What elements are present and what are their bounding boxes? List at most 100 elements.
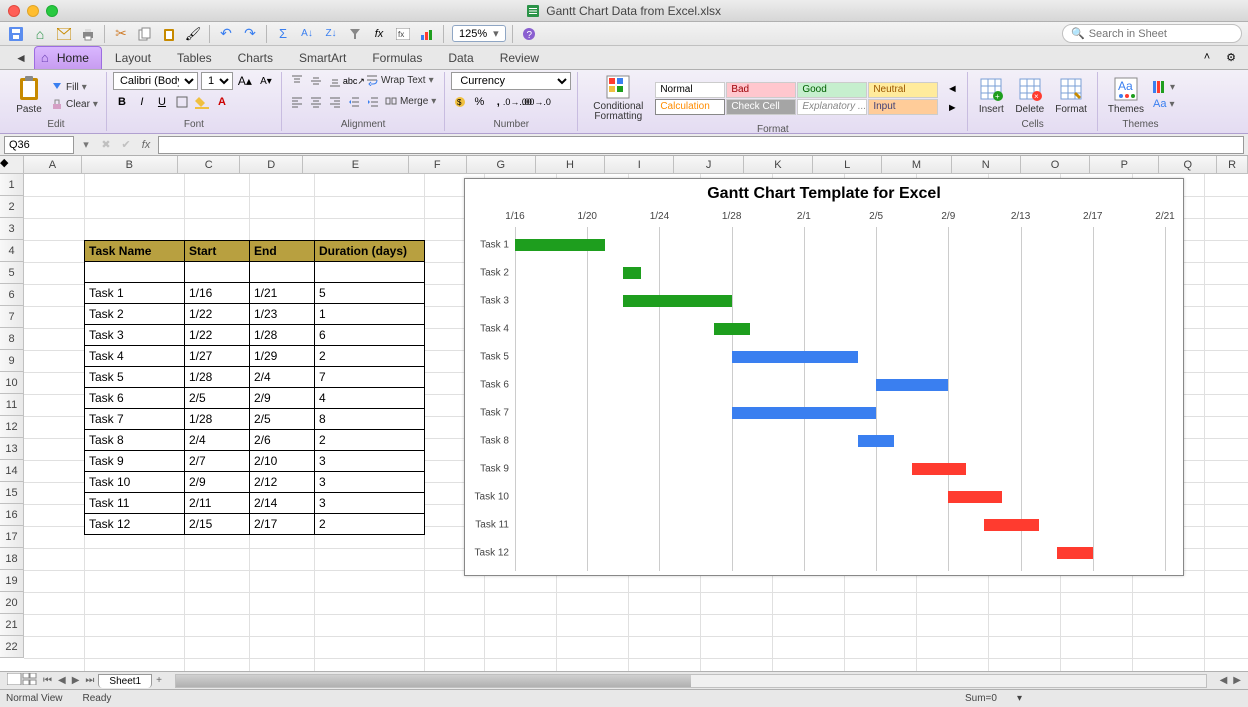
border-button[interactable] bbox=[173, 93, 191, 111]
row-header[interactable]: 20 bbox=[0, 592, 24, 614]
help-icon[interactable]: ? bbox=[519, 24, 539, 44]
table-header[interactable]: Duration (days) bbox=[315, 241, 425, 262]
ribbon-tab-smartart[interactable]: SmartArt bbox=[286, 46, 359, 69]
row-header[interactable]: 6 bbox=[0, 284, 24, 306]
view-buttons[interactable] bbox=[4, 673, 40, 688]
gantt-bar[interactable] bbox=[912, 463, 966, 475]
cell-style-neutral[interactable]: Neutral bbox=[868, 82, 938, 98]
insert-cells-button[interactable]: +Insert bbox=[974, 74, 1008, 117]
gantt-bar[interactable] bbox=[515, 239, 605, 251]
table-cell[interactable]: 4 bbox=[315, 388, 425, 409]
bold-button[interactable]: B bbox=[113, 93, 131, 111]
table-cell[interactable]: 2/14 bbox=[250, 493, 315, 514]
insert-function-icon[interactable]: fx bbox=[138, 137, 154, 153]
gantt-bar[interactable] bbox=[858, 435, 894, 447]
table-cell[interactable] bbox=[85, 262, 185, 283]
row-header[interactable]: 2 bbox=[0, 196, 24, 218]
cell-style-explanatory-[interactable]: Explanatory ... bbox=[797, 99, 867, 115]
row-header[interactable]: 10 bbox=[0, 372, 24, 394]
add-sheet-icon[interactable]: + bbox=[153, 675, 165, 686]
search-in-sheet[interactable]: 🔍 bbox=[1062, 24, 1242, 43]
column-header[interactable]: R bbox=[1217, 156, 1248, 174]
row-header[interactable]: 18 bbox=[0, 548, 24, 570]
format-painter-icon[interactable]: 🖌 bbox=[183, 24, 203, 44]
table-cell[interactable]: 1/27 bbox=[185, 346, 250, 367]
increase-font-icon[interactable]: A▴ bbox=[236, 72, 254, 90]
row-header[interactable]: 13 bbox=[0, 438, 24, 460]
gantt-bar[interactable] bbox=[984, 519, 1038, 531]
table-cell[interactable] bbox=[250, 262, 315, 283]
row-header[interactable]: 1 bbox=[0, 174, 24, 196]
table-cell[interactable]: 2/17 bbox=[250, 514, 315, 535]
table-cell[interactable]: 3 bbox=[315, 493, 425, 514]
prev-sheet-icon[interactable]: ◀ bbox=[55, 675, 69, 686]
row-header[interactable]: 9 bbox=[0, 350, 24, 372]
filter-icon[interactable] bbox=[345, 24, 365, 44]
gantt-bar[interactable] bbox=[623, 267, 641, 279]
table-cell[interactable]: 1/21 bbox=[250, 283, 315, 304]
ribbon-tab-review[interactable]: Review bbox=[487, 46, 552, 69]
show-formulas-icon[interactable]: fx bbox=[393, 24, 413, 44]
table-cell[interactable]: 2/4 bbox=[250, 367, 315, 388]
ribbon-tab-home[interactable]: Home bbox=[34, 46, 102, 69]
delete-cells-button[interactable]: ×Delete bbox=[1011, 74, 1048, 117]
table-cell[interactable]: Task 11 bbox=[85, 493, 185, 514]
italic-button[interactable]: I bbox=[133, 93, 151, 111]
column-header[interactable]: J bbox=[674, 156, 743, 174]
align-top-icon[interactable] bbox=[288, 72, 306, 90]
row-header[interactable]: 17 bbox=[0, 526, 24, 548]
row-header[interactable]: 12 bbox=[0, 416, 24, 438]
align-right-icon[interactable] bbox=[326, 93, 344, 111]
table-cell[interactable]: 5 bbox=[315, 283, 425, 304]
table-cell[interactable]: 3 bbox=[315, 451, 425, 472]
conditional-formatting-button[interactable]: Conditional Formatting bbox=[584, 72, 652, 124]
table-cell[interactable]: Task 7 bbox=[85, 409, 185, 430]
percent-icon[interactable]: % bbox=[470, 93, 488, 111]
table-cell[interactable]: Task 9 bbox=[85, 451, 185, 472]
row-header[interactable]: 22 bbox=[0, 636, 24, 658]
table-cell[interactable]: 2/9 bbox=[185, 472, 250, 493]
table-cell[interactable]: Task 2 bbox=[85, 304, 185, 325]
cell-style-check-cell[interactable]: Check Cell bbox=[726, 99, 796, 115]
column-header[interactable]: I bbox=[605, 156, 674, 174]
table-cell[interactable]: 2/11 bbox=[185, 493, 250, 514]
styles-scroll-left-icon[interactable]: ◄ bbox=[943, 80, 961, 98]
column-header[interactable]: B bbox=[82, 156, 178, 174]
column-header[interactable]: G bbox=[467, 156, 536, 174]
table-cell[interactable]: 2/15 bbox=[185, 514, 250, 535]
row-header[interactable]: 11 bbox=[0, 394, 24, 416]
sort-desc-icon[interactable]: Z↓ bbox=[321, 24, 341, 44]
row-header[interactable]: 16 bbox=[0, 504, 24, 526]
sheet-tab-active[interactable]: Sheet1 bbox=[98, 674, 152, 688]
column-header[interactable]: K bbox=[744, 156, 813, 174]
column-header[interactable]: H bbox=[536, 156, 605, 174]
table-cell[interactable]: 1/28 bbox=[185, 409, 250, 430]
decrease-font-icon[interactable]: A▾ bbox=[257, 72, 275, 90]
zoom-selector[interactable]: 125%▾ bbox=[452, 25, 506, 42]
table-cell[interactable]: 8 bbox=[315, 409, 425, 430]
row-header[interactable]: 8 bbox=[0, 328, 24, 350]
column-header[interactable]: D bbox=[240, 156, 303, 174]
row-header[interactable]: 5 bbox=[0, 262, 24, 284]
themes-button[interactable]: AaThemes bbox=[1104, 74, 1148, 117]
next-sheet-icon[interactable]: ▶ bbox=[69, 675, 83, 686]
gantt-bar[interactable] bbox=[1057, 547, 1093, 559]
status-dropdown-icon[interactable]: ▾ bbox=[1017, 693, 1022, 704]
save-icon[interactable] bbox=[6, 24, 26, 44]
decrease-decimal-icon[interactable]: .00→.0 bbox=[527, 93, 545, 111]
table-cell[interactable]: Task 5 bbox=[85, 367, 185, 388]
last-sheet-icon[interactable]: ⏭ bbox=[82, 675, 97, 686]
table-cell[interactable]: 2 bbox=[315, 346, 425, 367]
cell-style-calculation[interactable]: Calculation bbox=[655, 99, 725, 115]
font-size-select[interactable]: 12 bbox=[201, 72, 233, 90]
redo-icon[interactable]: ↷ bbox=[240, 24, 260, 44]
fill-button[interactable]: Fill▾ bbox=[49, 79, 100, 95]
table-cell[interactable]: Task 4 bbox=[85, 346, 185, 367]
column-header[interactable]: F bbox=[409, 156, 467, 174]
decrease-indent-icon[interactable] bbox=[345, 93, 363, 111]
cell-style-input[interactable]: Input bbox=[868, 99, 938, 115]
table-cell[interactable]: Task 8 bbox=[85, 430, 185, 451]
table-cell[interactable]: 1/28 bbox=[185, 367, 250, 388]
namebox-dropdown-icon[interactable]: ▾ bbox=[78, 137, 94, 153]
column-header[interactable]: E bbox=[303, 156, 409, 174]
